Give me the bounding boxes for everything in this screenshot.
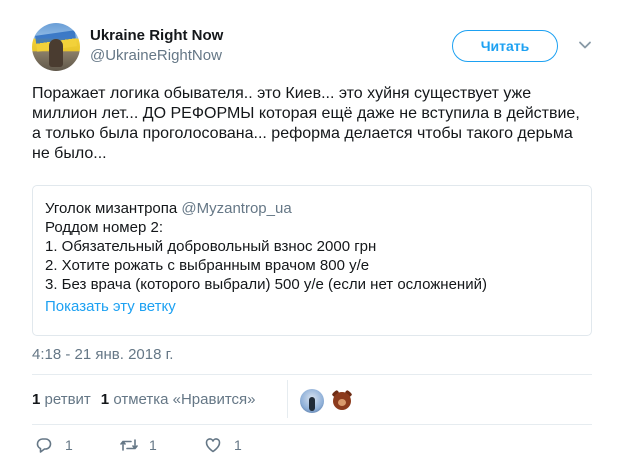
- retweet-icon: [119, 436, 139, 454]
- tweet-stats: 1 ретвит 1 отметка «Нравится»: [32, 387, 256, 411]
- like-button[interactable]: 1: [204, 434, 242, 456]
- liker-avatar-figure: [309, 397, 315, 411]
- reply-button[interactable]: 1: [35, 434, 73, 456]
- likes-stat-count: 1: [100, 390, 110, 408]
- follow-button[interactable]: Читать: [452, 30, 558, 62]
- retweets-stat-count: 1: [32, 390, 41, 408]
- quote-header: Уголок мизантропа @Myzantrop_ua: [45, 199, 579, 218]
- show-thread-link[interactable]: Показать эту ветку: [45, 297, 579, 316]
- stats-separator: [287, 380, 288, 418]
- retweets-stat-label: ретвит: [44, 390, 91, 408]
- reply-icon: [35, 436, 53, 454]
- quoted-tweet[interactable]: Уголок мизантропа @Myzantrop_ua Роддом н…: [32, 185, 592, 336]
- author-avatar[interactable]: [32, 23, 80, 71]
- like-count: 1: [234, 437, 242, 453]
- bear-snout: [338, 399, 346, 406]
- liker-avatar[interactable]: [330, 389, 354, 413]
- retweet-button[interactable]: 1: [119, 434, 157, 456]
- divider: [32, 424, 592, 425]
- tweet-text: Поражает логика обывателя.. это Киев... …: [32, 85, 580, 162]
- quote-line: 1. Обязательный добровольный взнос 2000 …: [45, 238, 377, 255]
- author-name[interactable]: Ukraine Right Now: [90, 27, 223, 44]
- reply-count: 1: [65, 437, 73, 453]
- chevron-down-icon[interactable]: [577, 37, 593, 53]
- heart-icon: [204, 436, 222, 454]
- liker-avatar[interactable]: [300, 389, 324, 413]
- avatar-figure: [49, 39, 63, 67]
- likes-stat-label: отметка «Нравится»: [113, 390, 256, 408]
- tweet-header: Ukraine Right Now @UkraineRightNow Читат…: [32, 23, 602, 79]
- quote-line: 3. Без врача (которого выбрали) 500 у/е …: [45, 276, 487, 293]
- quote-line: Роддом номер 2:: [45, 219, 163, 236]
- author-handle[interactable]: @UkraineRightNow: [90, 47, 222, 64]
- quote-author-name: Уголок мизантропа: [45, 200, 178, 217]
- divider: [32, 374, 592, 375]
- likes-stat[interactable]: 1 отметка «Нравится»: [101, 391, 256, 408]
- retweet-count: 1: [149, 437, 157, 453]
- tweet-timestamp[interactable]: 4:18 - 21 янв. 2018 г.: [32, 346, 173, 363]
- retweets-stat[interactable]: 1 ретвит: [32, 391, 91, 408]
- quote-line: 2. Хотите рожать с выбранным врачом 800 …: [45, 257, 370, 274]
- quote-author-handle: @Myzantrop_ua: [181, 200, 292, 217]
